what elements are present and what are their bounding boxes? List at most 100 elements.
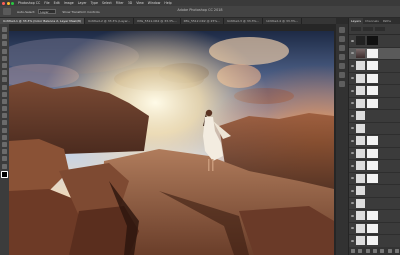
layer-thumbnail[interactable] — [355, 73, 365, 83]
tab-layers[interactable]: Layers — [349, 18, 363, 24]
layer-row[interactable] — [349, 98, 400, 110]
visibility-eye-icon[interactable] — [350, 164, 354, 167]
transform-controls-checkbox[interactable]: Show Transform Controls — [62, 10, 99, 14]
clone-stamp-tool-icon[interactable] — [2, 84, 7, 90]
layer-mask-thumbnail[interactable] — [366, 98, 378, 108]
character-panel-icon[interactable] — [339, 63, 345, 69]
visibility-eye-icon[interactable] — [350, 52, 354, 55]
swatches-panel-icon[interactable] — [339, 72, 345, 78]
info-panel-icon[interactable] — [339, 81, 345, 87]
move-tool-icon[interactable] — [3, 8, 11, 15]
layer-row[interactable] — [349, 110, 400, 123]
layer-thumbnail[interactable] — [355, 36, 365, 46]
zoom-tool-icon[interactable] — [2, 163, 7, 169]
visibility-eye-icon[interactable] — [350, 177, 354, 180]
brushes-panel-icon[interactable] — [339, 54, 345, 60]
layer-mask-thumbnail[interactable] — [366, 48, 378, 58]
layer-thumbnail[interactable] — [355, 211, 365, 221]
layer-row[interactable] — [349, 123, 400, 135]
link-layers-icon[interactable] — [350, 249, 355, 253]
path-select-tool-icon[interactable] — [2, 142, 7, 147]
tab-paths[interactable]: Paths — [381, 18, 393, 24]
quick-select-tool-icon[interactable] — [2, 48, 7, 54]
layer-row[interactable] — [349, 60, 400, 73]
layer-mask-thumbnail[interactable] — [366, 173, 378, 183]
layer-row[interactable] — [349, 210, 400, 223]
visibility-eye-icon[interactable] — [350, 114, 354, 117]
visibility-eye-icon[interactable] — [350, 64, 354, 67]
gradient-tool-icon[interactable] — [2, 106, 7, 112]
layer-thumbnail[interactable] — [355, 236, 365, 246]
visibility-eye-icon[interactable] — [350, 202, 354, 205]
visibility-eye-icon[interactable] — [350, 189, 354, 192]
layer-row[interactable] — [349, 223, 400, 235]
layer-row[interactable] — [349, 35, 400, 48]
visibility-eye-icon[interactable] — [350, 39, 354, 42]
crop-tool-icon[interactable] — [2, 55, 7, 61]
layer-row[interactable] — [349, 198, 400, 210]
layer-mask-thumbnail[interactable] — [366, 61, 378, 71]
layer-mask-thumbnail[interactable] — [366, 236, 378, 246]
layer-row[interactable] — [349, 235, 400, 248]
hand-tool-icon[interactable] — [2, 156, 7, 162]
layer-row[interactable] — [349, 73, 400, 85]
adjustments-panel-icon[interactable] — [339, 45, 345, 51]
visibility-eye-icon[interactable] — [350, 139, 354, 142]
tab-channels[interactable]: Channels — [363, 18, 381, 24]
minimize-window-button[interactable] — [6, 1, 10, 5]
add-mask-icon[interactable] — [365, 249, 370, 253]
layer-mask-thumbnail[interactable] — [366, 211, 378, 221]
history-panel-icon[interactable] — [339, 27, 345, 33]
shape-tool-icon[interactable] — [2, 149, 7, 155]
healing-tool-icon[interactable] — [2, 70, 7, 76]
layer-mask-thumbnail[interactable] — [366, 223, 378, 233]
layer-thumbnail[interactable] — [355, 136, 365, 146]
layer-thumbnail[interactable] — [355, 48, 365, 58]
layer-mask-thumbnail[interactable] — [366, 36, 378, 46]
marquee-tool-icon[interactable] — [2, 34, 7, 40]
layer-style-icon[interactable] — [358, 249, 363, 253]
eyedropper-tool-icon[interactable] — [2, 62, 7, 68]
layer-thumbnail[interactable] — [355, 123, 365, 133]
layer-mask-thumbnail[interactable] — [366, 73, 378, 83]
layer-row[interactable] — [349, 135, 400, 148]
layer-row[interactable] — [349, 85, 400, 98]
layer-mask-thumbnail[interactable] — [366, 86, 378, 96]
layer-row[interactable] — [349, 47, 400, 60]
close-window-button[interactable] — [2, 1, 5, 5]
layer-thumbnail[interactable] — [355, 61, 365, 71]
type-tool-icon[interactable] — [2, 134, 7, 140]
auto-select-dropdown[interactable]: Layer — [38, 9, 57, 14]
pen-tool-icon[interactable] — [2, 127, 7, 133]
layer-thumbnail[interactable] — [355, 86, 365, 96]
brush-tool-icon[interactable] — [2, 77, 7, 83]
lasso-tool-icon[interactable] — [2, 41, 7, 47]
layer-mask-thumbnail[interactable] — [366, 148, 378, 158]
layer-thumbnail[interactable] — [355, 111, 365, 121]
visibility-eye-icon[interactable] — [350, 152, 354, 155]
layer-thumbnail[interactable] — [355, 223, 365, 233]
layer-row[interactable] — [349, 160, 400, 173]
canvas-area[interactable] — [9, 24, 336, 255]
layer-thumbnail[interactable] — [355, 98, 365, 108]
layer-thumbnail[interactable] — [355, 161, 365, 171]
visibility-eye-icon[interactable] — [350, 89, 354, 92]
layer-thumbnail[interactable] — [355, 186, 365, 196]
visibility-eye-icon[interactable] — [350, 239, 354, 242]
move-tool-icon[interactable] — [2, 27, 7, 32]
layer-mask-thumbnail[interactable] — [366, 161, 378, 171]
fill-field[interactable] — [375, 27, 385, 31]
visibility-eye-icon[interactable] — [350, 127, 354, 130]
zoom-window-button[interactable] — [11, 1, 14, 5]
dodge-tool-icon[interactable] — [2, 120, 7, 126]
new-layer-icon[interactable] — [387, 249, 392, 253]
layer-row[interactable] — [349, 148, 400, 160]
visibility-eye-icon[interactable] — [350, 214, 354, 217]
visibility-eye-icon[interactable] — [350, 102, 354, 105]
layer-thumbnail[interactable] — [355, 173, 365, 183]
document-canvas[interactable] — [9, 31, 334, 255]
eraser-tool-icon[interactable] — [2, 98, 7, 104]
blend-mode-dropdown[interactable] — [351, 27, 361, 31]
delete-layer-icon[interactable] — [395, 249, 400, 253]
layer-thumbnail[interactable] — [355, 198, 365, 208]
